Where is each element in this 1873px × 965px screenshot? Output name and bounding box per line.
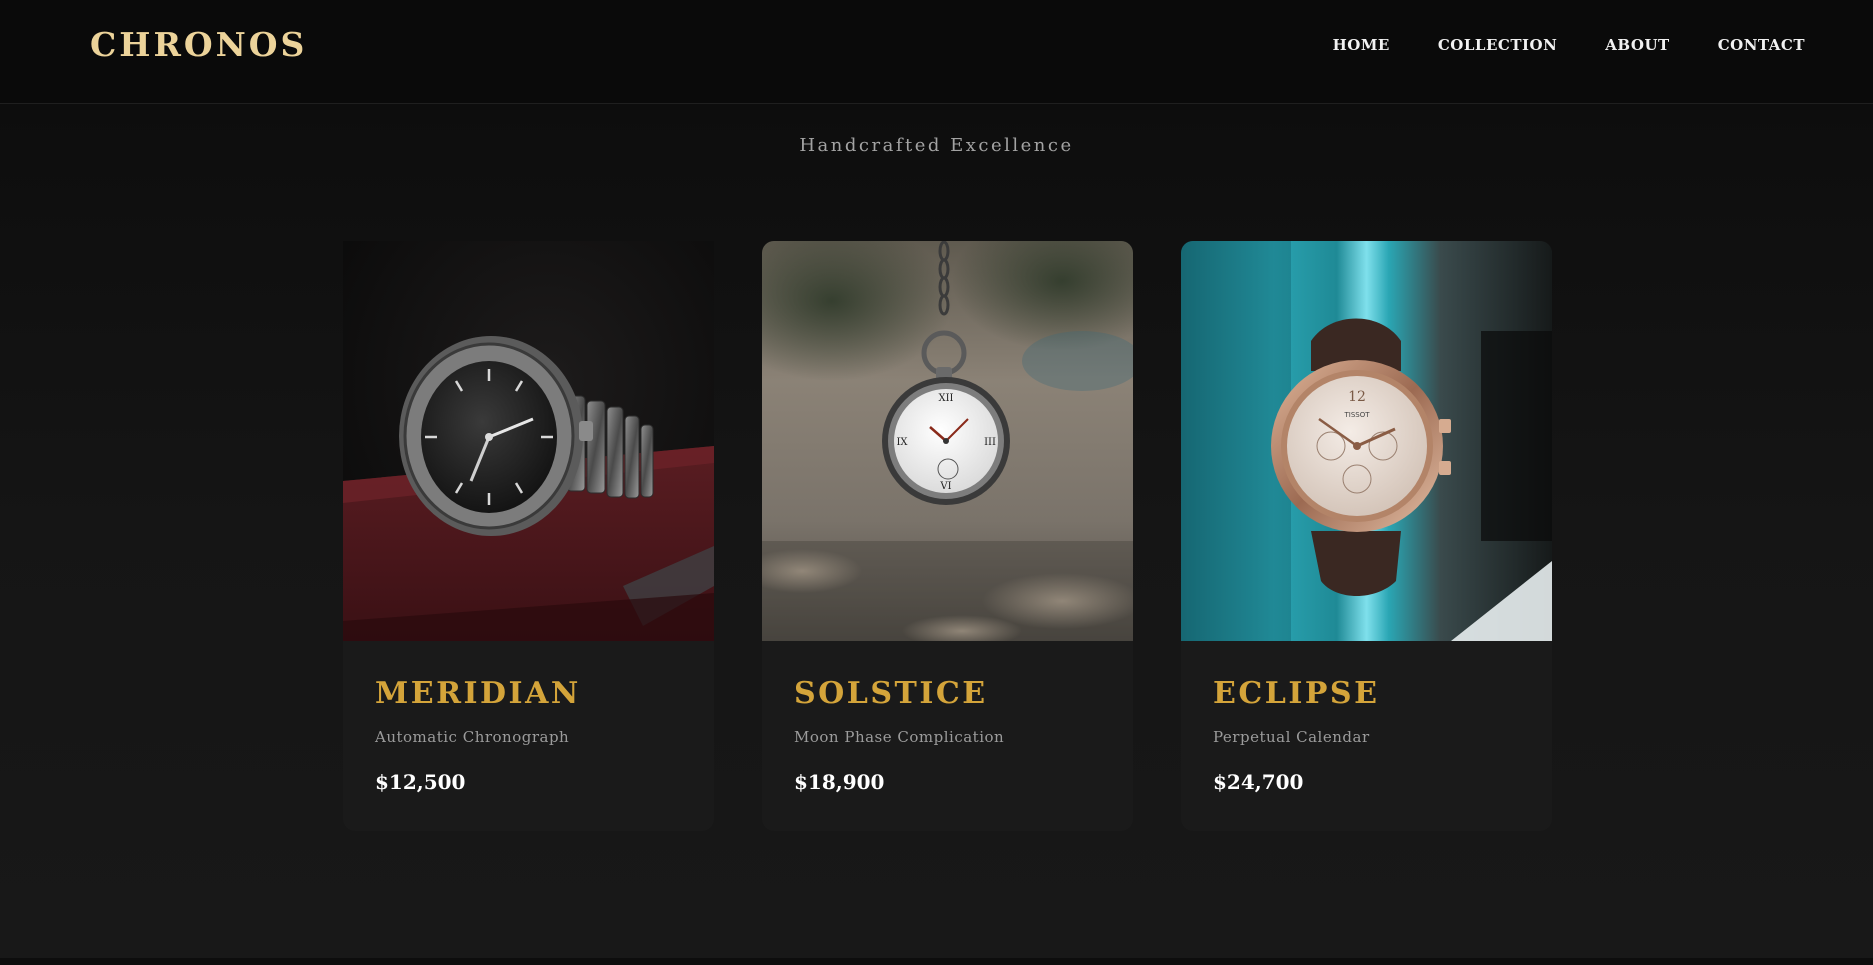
product-price: $18,900 (794, 770, 885, 794)
product-name: ECLIPSE (1213, 676, 1380, 711)
product-description: Automatic Chronograph (375, 728, 570, 746)
product-description: Moon Phase Complication (794, 728, 1005, 746)
product-image: 12 TISSOT (1181, 241, 1552, 641)
product-info: SOLSTICE Moon Phase Complication $18,900 (762, 641, 1133, 795)
product-card-meridian[interactable]: MERIDIAN Automatic Chronograph $12,500 (343, 241, 714, 831)
svg-text:TISSOT: TISSOT (1343, 411, 1370, 419)
product-name: SOLSTICE (794, 676, 988, 711)
product-card-solstice[interactable]: XII VI IX III SOLSTICE Moon Phase Compli… (762, 241, 1133, 831)
nav-contact[interactable]: CONTACT (1718, 34, 1805, 56)
svg-text:III: III (984, 437, 996, 448)
product-info: MERIDIAN Automatic Chronograph $12,500 (343, 641, 714, 795)
site-header: CHRONOS HOME COLLECTION ABOUT CONTACT (0, 0, 1873, 104)
svg-text:12: 12 (1348, 389, 1366, 405)
nav-collection[interactable]: COLLECTION (1438, 34, 1557, 56)
steel-wristwatch-image (343, 241, 714, 641)
nav-home[interactable]: HOME (1333, 34, 1390, 56)
svg-text:XII: XII (938, 393, 953, 404)
section-subtitle: Handcrafted Excellence (799, 135, 1074, 156)
product-image: XII VI IX III (762, 241, 1133, 641)
watch-collection: MERIDIAN Automatic Chronograph $12,500 X… (343, 241, 1552, 831)
product-card-eclipse[interactable]: 12 TISSOT ECLIPSE Perpetual Calendar $24… (1181, 241, 1552, 831)
product-price: $12,500 (375, 770, 466, 794)
nav-about[interactable]: ABOUT (1605, 34, 1669, 56)
product-price: $24,700 (1213, 770, 1304, 794)
main-nav: HOME COLLECTION ABOUT CONTACT (1333, 34, 1805, 56)
product-image (343, 241, 714, 641)
page: CHRONOS HOME COLLECTION ABOUT CONTACT Ha… (0, 0, 1873, 965)
pocket-watch-image: XII VI IX III (762, 241, 1133, 641)
product-description: Perpetual Calendar (1213, 728, 1370, 746)
svg-text:IX: IX (896, 437, 908, 448)
svg-text:VI: VI (939, 481, 951, 492)
rose-gold-watch-image: 12 TISSOT (1181, 241, 1552, 641)
site-logo[interactable]: CHRONOS (90, 24, 307, 66)
product-name: MERIDIAN (375, 676, 581, 711)
product-info: ECLIPSE Perpetual Calendar $24,700 (1181, 641, 1552, 795)
